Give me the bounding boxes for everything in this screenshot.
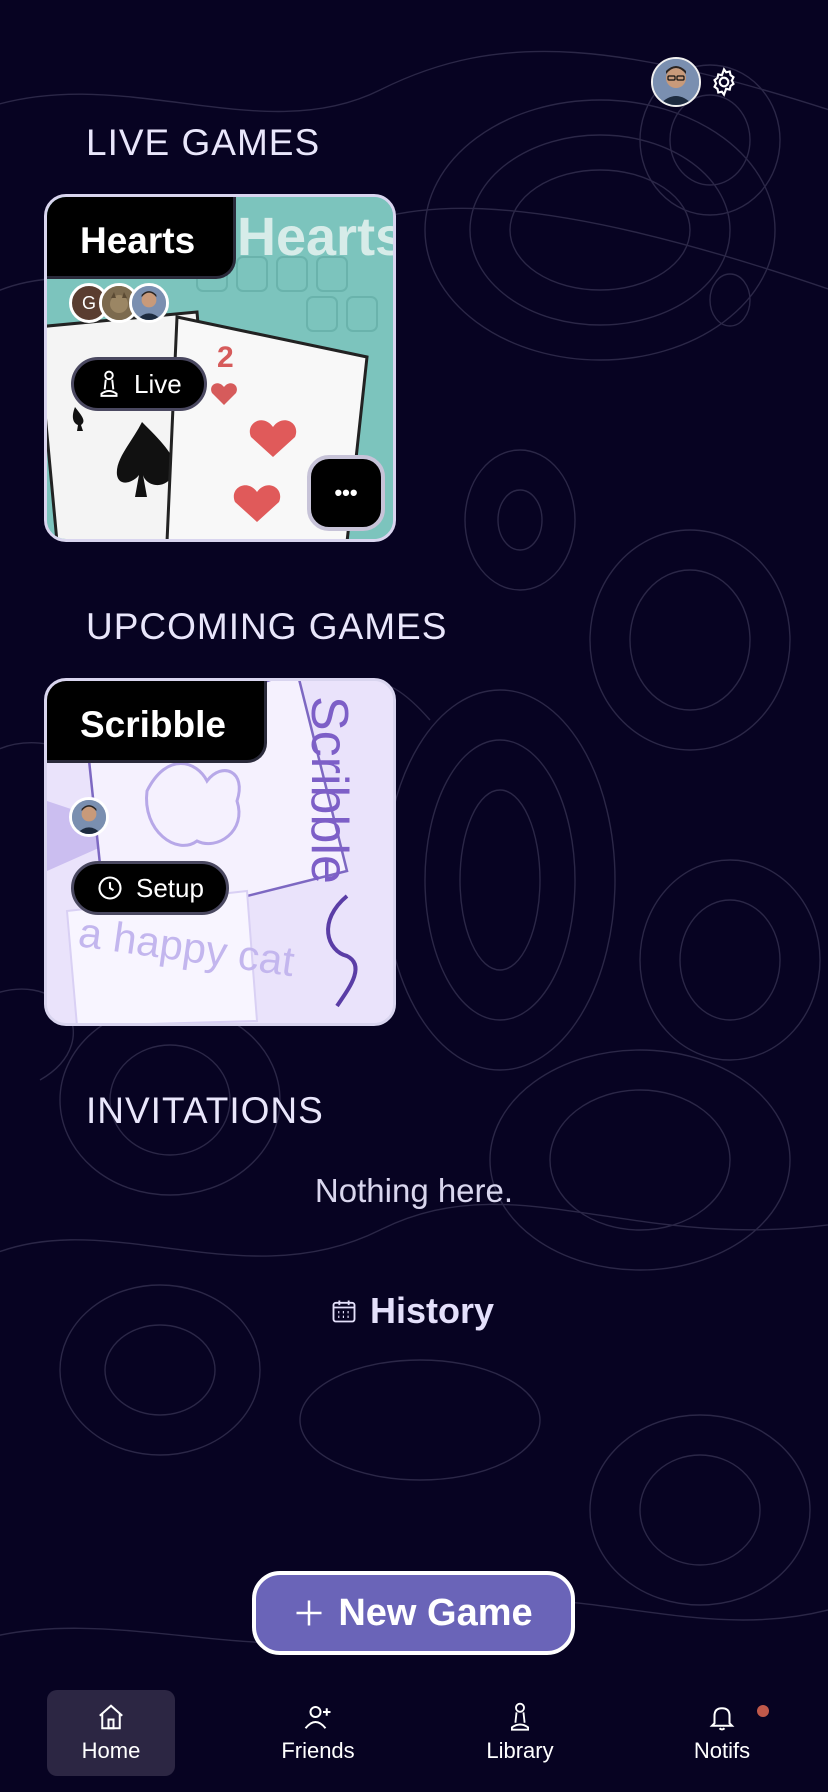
hearts-game-card[interactable]: Hearts 2 Hearts G Live ••• <box>44 194 396 542</box>
scribble-game-card[interactable]: a happy cat Scribble Scribble Setup <box>44 678 396 1026</box>
add-user-icon <box>304 1706 331 1729</box>
scribble-title-tab: Scribble <box>47 681 267 763</box>
nav-library[interactable]: Library <box>456 1690 584 1776</box>
nav-home[interactable]: Home <box>47 1690 175 1776</box>
more-options-button[interactable]: ••• <box>307 455 385 531</box>
bell-icon <box>709 1707 735 1731</box>
hearts-card-rank: 2 <box>217 341 234 374</box>
nav-library-label: Library <box>486 1738 554 1763</box>
live-games-heading: LIVE GAMES <box>86 122 321 163</box>
avatar-photo-icon <box>653 59 699 105</box>
pawn-icon <box>100 370 118 397</box>
nav-home-label: Home <box>81 1738 141 1763</box>
nav-notifs[interactable]: Notifs <box>658 1690 786 1776</box>
invitations-empty-text: Nothing here. <box>314 1172 514 1209</box>
invitations-heading: INVITATIONS <box>86 1090 324 1131</box>
pawn-icon <box>511 1702 529 1731</box>
nav-friends-label: Friends <box>281 1738 355 1763</box>
user-avatar[interactable] <box>651 57 701 107</box>
new-game-label: New Game <box>338 1591 533 1634</box>
nav-notifs-label: Notifs <box>693 1738 751 1763</box>
live-status-pill: Live <box>71 357 207 411</box>
history-label: History <box>370 1290 495 1331</box>
home-icon <box>99 1704 123 1730</box>
notification-dot <box>757 1705 769 1717</box>
user-photo-icon <box>132 286 166 320</box>
setup-status-pill: Setup <box>71 861 229 915</box>
upcoming-games-heading: UPCOMING GAMES <box>86 606 448 647</box>
clock-icon <box>98 876 122 900</box>
player-avatar-user <box>69 797 109 837</box>
live-status-label: Live <box>134 368 182 399</box>
hearts-art-text: Hearts <box>237 207 393 267</box>
player-avatar-user <box>129 283 169 323</box>
calendar-icon <box>332 1300 356 1323</box>
gear-icon[interactable] <box>708 66 740 98</box>
user-photo-icon <box>72 800 106 834</box>
scribble-art-text: Scribble <box>300 696 358 884</box>
new-game-button[interactable]: New Game <box>252 1571 575 1655</box>
plus-icon <box>296 1600 322 1626</box>
bottom-nav: Home Friends Library Notifs <box>0 1680 828 1792</box>
nav-friends[interactable]: Friends <box>254 1690 382 1776</box>
setup-status-label: Setup <box>136 872 204 903</box>
hearts-title-tab: Hearts <box>47 197 237 279</box>
history-button[interactable]: History <box>330 1290 494 1332</box>
